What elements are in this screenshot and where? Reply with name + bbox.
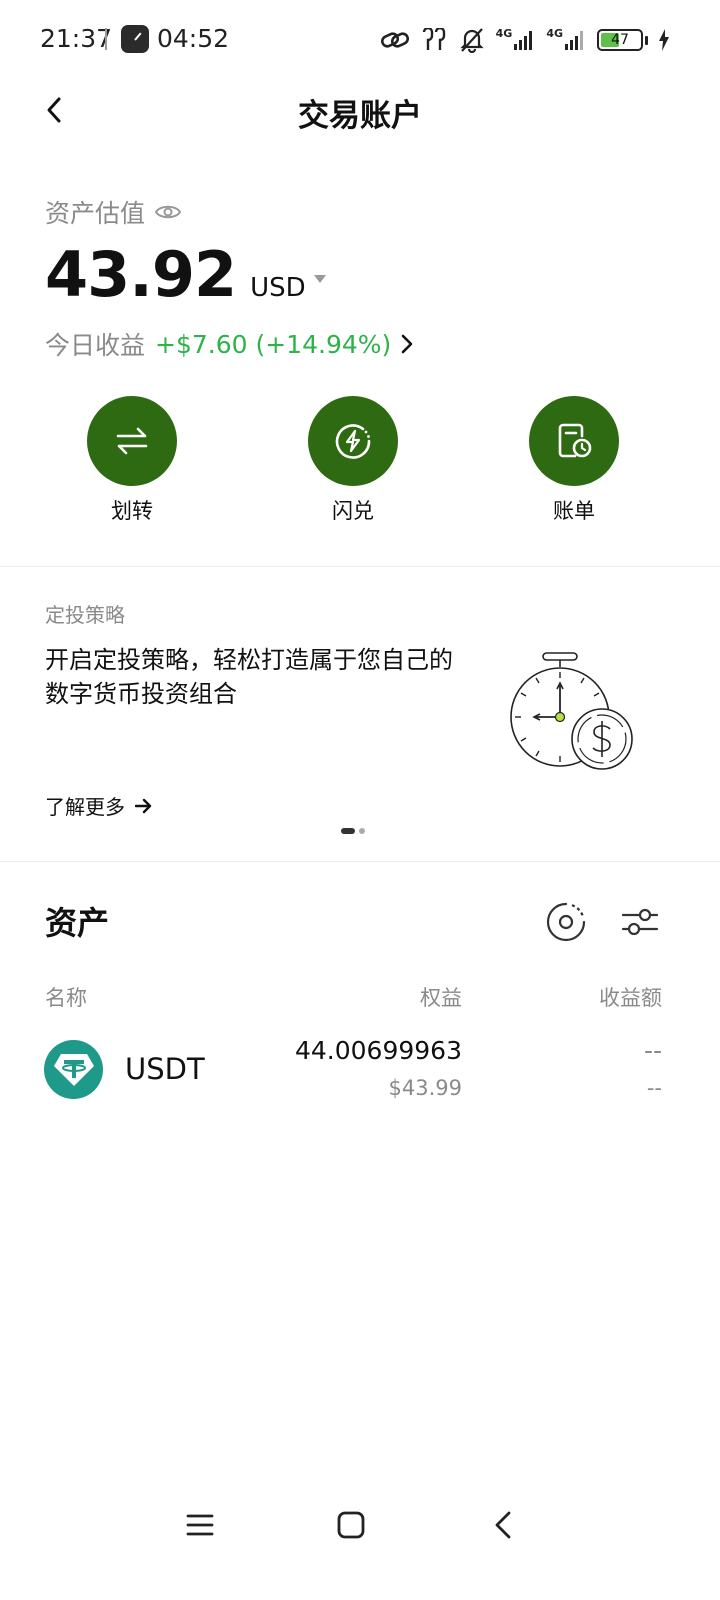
home-button[interactable]: [326, 1500, 376, 1550]
eye-icon: [155, 205, 182, 219]
coin-name: USDT: [125, 1052, 205, 1086]
carousel-dot: [359, 828, 365, 834]
assets-title: 资产: [45, 904, 110, 942]
profit-amount: --: [643, 1036, 662, 1065]
transfer-button-circle: [87, 396, 177, 486]
filter-sliders-icon: [621, 908, 659, 936]
system-navigation-bar: [0, 1490, 720, 1560]
signal-icon: 4G: [546, 28, 587, 51]
link-icon: [380, 32, 409, 48]
column-header-equity: 权益: [420, 986, 462, 1010]
battery-icon: 47: [597, 29, 643, 51]
home-square-icon: [337, 1511, 365, 1539]
status-icons: 4G 4G 47: [380, 26, 670, 54]
valuation-label: 资产估值: [45, 199, 146, 228]
profit-secondary: --: [646, 1076, 662, 1100]
learn-more-label: 了解更多: [45, 795, 125, 819]
valuation-amount-row: 43.92 USD: [45, 238, 326, 311]
valuation-amount: 43.92: [45, 238, 237, 311]
table-row[interactable]: USDT 44.00699963 $43.99 -- --: [0, 1030, 720, 1120]
carousel-indicator: [341, 828, 365, 834]
bill-label: 账单: [553, 499, 595, 523]
distribution-chart-button[interactable]: [544, 900, 588, 944]
column-header-name: 名称: [45, 986, 87, 1010]
toggle-visibility-button[interactable]: [155, 203, 182, 221]
bill-icon: [558, 423, 592, 458]
today-profit-value: +$7.60 (+14.94%): [155, 329, 392, 359]
battery-level: 47: [611, 32, 629, 48]
today-profit-label: 今日收益: [45, 331, 146, 360]
transfer-label: 划转: [111, 499, 153, 523]
flash-convert-label: 闪兑: [332, 499, 374, 523]
system-back-button[interactable]: [478, 1500, 528, 1550]
pie-chart-icon: [546, 902, 586, 942]
stopwatch-coin-illustration: [510, 652, 633, 770]
filter-button[interactable]: [618, 900, 662, 944]
chevron-right-icon: [401, 334, 413, 354]
charging-icon: [659, 29, 669, 51]
menu-button[interactable]: [175, 1500, 225, 1550]
section-divider: [0, 861, 720, 862]
status-secondary-time: 04:52: [157, 24, 230, 53]
flash-convert-icon: [335, 424, 371, 459]
status-time: 21:37: [40, 24, 113, 53]
arrow-right-icon: [135, 798, 152, 813]
transfer-icon: [116, 427, 148, 455]
equity-amount: 44.00699963: [294, 1036, 462, 1065]
battery-tip: [645, 35, 648, 45]
action-buttons: 划转 闪兑 账单: [0, 396, 720, 526]
column-header-profit: 收益额: [599, 986, 662, 1010]
usdt-logo-icon: [44, 1040, 103, 1099]
back-triangle-icon: [495, 1511, 511, 1539]
clock-app-icon: [121, 25, 149, 53]
flash-convert-button[interactable]: 闪兑: [293, 396, 413, 525]
caret-down-icon[interactable]: [313, 274, 326, 283]
nav-bar: 交易账户: [0, 80, 720, 140]
status-bar: 21:37 04:52 4G 4G 47: [0, 0, 720, 80]
mute-icon: [459, 28, 484, 53]
valuation-label-row: 资产估值: [45, 194, 182, 230]
today-profit-row[interactable]: 今日收益 +$7.60 (+14.94%): [45, 326, 413, 362]
status-divider: [105, 28, 107, 50]
signal-icon: 4G: [496, 28, 537, 51]
banner-tag: 定投策略: [45, 603, 125, 627]
carousel-dot-active: [341, 828, 355, 834]
learn-more-link[interactable]: 了解更多: [45, 791, 153, 820]
banner-text: 开启定投策略，轻松打造属于您自己的数字货币投资组合: [45, 646, 453, 708]
transfer-button[interactable]: 划转: [72, 396, 192, 525]
flash-convert-button-circle: [308, 396, 398, 486]
menu-icon: [186, 1514, 214, 1536]
dca-banner[interactable]: 定投策略 开启定投策略，轻松打造属于您自己的数字货币投资组合 了解更多: [0, 567, 720, 862]
earbuds-icon: [422, 28, 445, 50]
equity-usd: $43.99: [388, 1076, 462, 1100]
bill-button[interactable]: 账单: [514, 396, 634, 525]
bill-button-circle: [529, 396, 619, 486]
page-title: 交易账户: [298, 98, 422, 134]
currency-selector[interactable]: USD: [250, 273, 306, 303]
